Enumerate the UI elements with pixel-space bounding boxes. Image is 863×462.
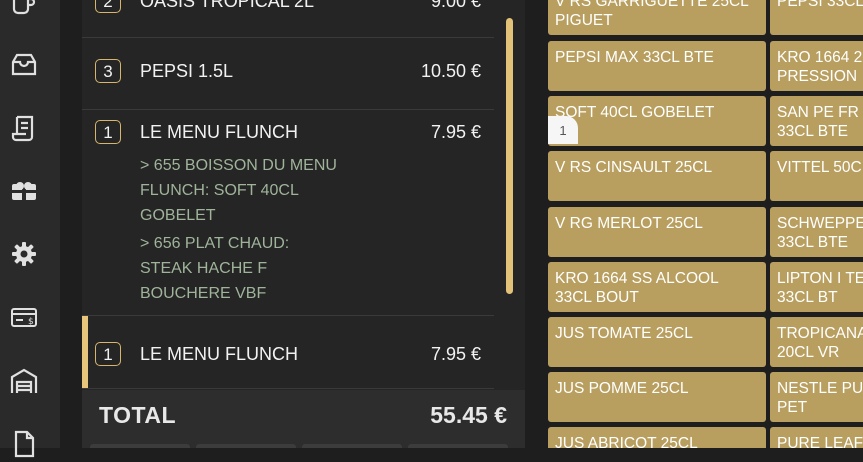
item-price: 10.50 € <box>420 61 481 81</box>
total-bar: TOTAL 55.45 € <box>82 390 525 448</box>
product-label: SAN PE FR 33CL BTE <box>777 104 859 140</box>
product-label: V RG MERLOT 25CL <box>555 215 703 232</box>
product-label: V RS CINSAULT 25CL <box>555 159 713 176</box>
product-label: SOFT 40CL GOBELET <box>555 104 715 121</box>
product-label: JUS TOMATE 25CL <box>555 325 693 342</box>
order-line-selected[interactable]: 1 LE MENU FLUNCH 7.95 € <box>82 316 494 389</box>
item-price: 7.95 € <box>430 344 481 364</box>
product-tile[interactable]: V RS GARRIGUETTE 25CL PIGUET <box>548 0 766 35</box>
product-label: JUS POMME 25CL <box>555 380 689 397</box>
order-scrollbar-thumb[interactable] <box>506 18 513 294</box>
sidebar: $ <box>0 0 60 458</box>
action-button[interactable] <box>196 444 296 448</box>
item-name: PEPSI 1.5L <box>140 61 234 81</box>
product-tile[interactable]: V RG MERLOT 25CL <box>548 207 766 257</box>
order-line[interactable]: 1 LE MENU FLUNCH 7.95 € > 655 BOISSON DU… <box>82 110 494 316</box>
product-tile[interactable]: PEPSI MAX 33CL BTE <box>548 41 766 91</box>
item-name: LE MENU FLUNCH <box>140 344 299 364</box>
product-tile[interactable]: PURE LEAF <box>770 427 863 448</box>
svg-text:$: $ <box>28 317 34 327</box>
product-tile[interactable]: PEPSI 33CL <box>770 0 863 35</box>
modifier-line: > 655 BOISSON DU MENU FLUNCH: SOFT 40CL … <box>140 157 337 224</box>
cup-icon[interactable] <box>6 0 42 20</box>
order-scrollbar[interactable] <box>506 18 513 294</box>
product-label: PEPSI 33CL <box>777 0 863 10</box>
action-button[interactable] <box>302 444 402 448</box>
product-tile[interactable]: TROPICANA 20CL VR <box>770 317 863 367</box>
product-label: V RS GARRIGUETTE 25CL PIGUET <box>555 0 749 29</box>
order-line[interactable]: 3 PEPSI 1.5L 10.50 € <box>82 38 494 110</box>
action-button[interactable] <box>408 444 508 448</box>
product-tile[interactable]: JUS POMME 25CL <box>548 372 766 422</box>
product-tile[interactable]: VITTEL 50CL <box>770 151 863 201</box>
item-price: 7.95 € <box>430 122 481 142</box>
quantity-badge[interactable]: 2 <box>95 0 121 13</box>
product-tile[interactable]: JUS ABRICOT 25CL <box>548 427 766 448</box>
product-tile[interactable]: SCHWEPPES 33CL BTE <box>770 207 863 257</box>
gear-icon[interactable] <box>6 236 42 272</box>
item-name: OASIS TROPICAL 2L <box>140 0 315 11</box>
cash-drawer-icon[interactable] <box>6 47 42 83</box>
total-label: TOTAL <box>99 402 177 428</box>
product-tile[interactable]: V RS CINSAULT 25CL <box>548 151 766 201</box>
product-tile[interactable]: LIPTON I TEA 33CL BT <box>770 262 863 312</box>
product-label: VITTEL 50CL <box>777 159 863 176</box>
product-label: TROPICANA 20CL VR <box>777 325 863 361</box>
modifier-line: > 656 PLAT CHAUD: STEAK HACHE F BOUCHERE… <box>140 235 290 302</box>
product-grid: V RS GARRIGUETTE 25CL PIGUET PEPSI MAX 3… <box>548 0 863 448</box>
quantity-badge[interactable]: 1 <box>95 120 121 144</box>
product-tile[interactable]: NESTLE PURE PET <box>770 372 863 422</box>
product-label: SCHWEPPES 33CL BTE <box>777 215 863 251</box>
product-label: NESTLE PURE PET <box>777 380 863 416</box>
product-tile[interactable]: SOFT 40CL GOBELET 1 <box>548 96 766 146</box>
gift-card-icon[interactable] <box>6 173 42 209</box>
total-value: 55.45 € <box>430 402 507 428</box>
product-label: KRO 1664 25 PRESSION <box>777 49 863 85</box>
receipt-icon[interactable] <box>6 110 42 146</box>
quantity-badge: 1 <box>548 116 578 144</box>
product-tile[interactable]: KRO 1664 SS ALCOOL 33CL BOUT <box>548 262 766 312</box>
document-icon[interactable] <box>6 426 42 462</box>
product-tile[interactable]: SAN PE FR 33CL BTE <box>770 96 863 146</box>
product-label: JUS ABRICOT 25CL <box>555 435 698 448</box>
product-tile[interactable]: KRO 1664 25 PRESSION <box>770 41 863 91</box>
action-button[interactable] <box>90 444 190 448</box>
item-name: LE MENU FLUNCH <box>140 122 299 142</box>
order-line[interactable]: 2 OASIS TROPICAL 2L 9.00 € <box>82 0 494 38</box>
warehouse-icon[interactable] <box>6 363 42 399</box>
order-ticket: 2 OASIS TROPICAL 2L 9.00 € 3 PEPSI 1.5L … <box>82 0 525 448</box>
product-tile[interactable]: JUS TOMATE 25CL <box>548 317 766 367</box>
product-label: PEPSI MAX 33CL BTE <box>555 49 714 66</box>
product-label: KRO 1664 SS ALCOOL 33CL BOUT <box>555 270 719 306</box>
product-label: PURE LEAF <box>777 435 863 448</box>
product-label: LIPTON I TEA 33CL BT <box>777 270 863 306</box>
payment-card-icon[interactable]: $ <box>6 299 42 335</box>
item-price: 9.00 € <box>430 0 481 11</box>
quantity-badge[interactable]: 1 <box>95 342 121 366</box>
order-list[interactable]: 2 OASIS TROPICAL 2L 9.00 € 3 PEPSI 1.5L … <box>82 0 494 390</box>
quantity-badge[interactable]: 3 <box>95 59 121 83</box>
